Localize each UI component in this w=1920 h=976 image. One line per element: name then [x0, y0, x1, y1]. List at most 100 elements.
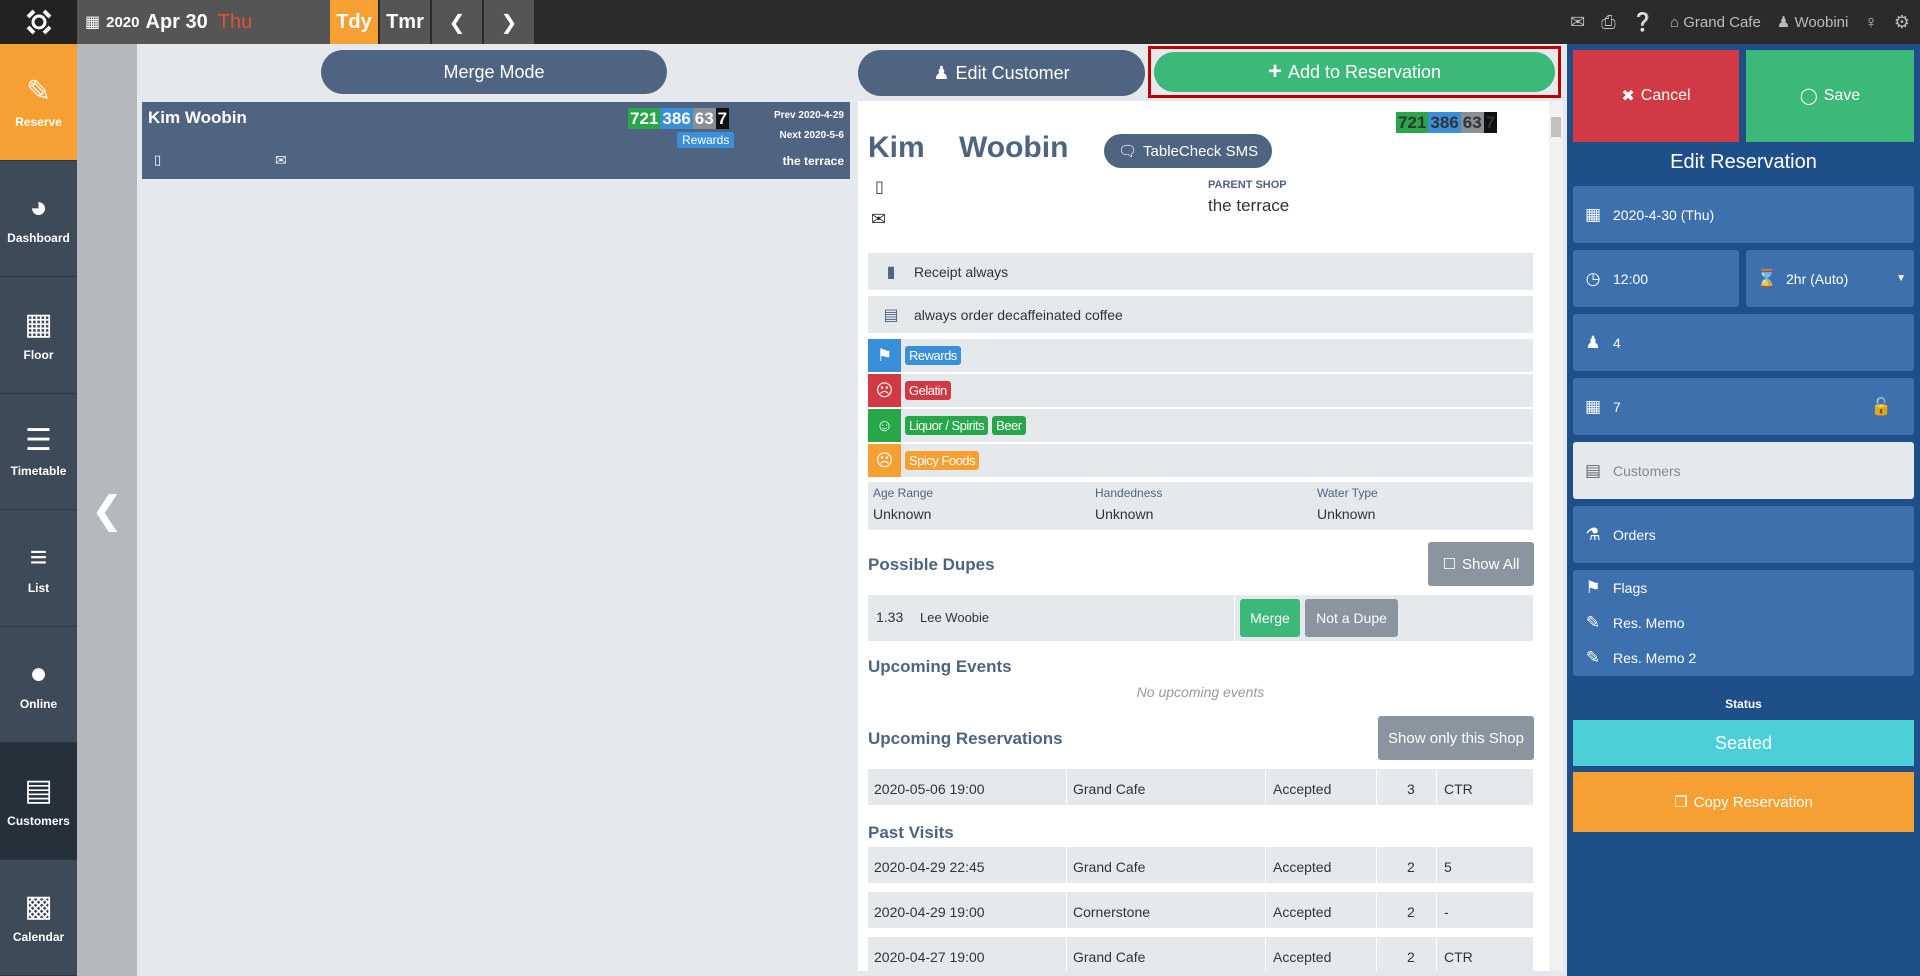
- add-to-reservation-highlight: + Add to Reservation: [1148, 46, 1561, 98]
- date-weekday: Thu: [217, 10, 253, 33]
- clock-icon: ◷: [1585, 268, 1601, 288]
- show-all-button[interactable]: ☐ Show All: [1428, 542, 1534, 586]
- calendar-icon: ▦: [1584, 204, 1602, 224]
- close-icon: ✖: [1621, 88, 1635, 105]
- gear-icon[interactable]: ⚙: [1894, 12, 1910, 33]
- timetable-icon: ☰: [25, 424, 52, 458]
- past-visit-row[interactable]: 2020-04-29 19:00 Cornerstone Accepted 2 …: [868, 892, 1533, 932]
- comment-icon: ▮: [886, 263, 896, 281]
- customer-card-icon: ▤: [1584, 460, 1602, 480]
- edit-customer-button[interactable]: ♟ Edit Customer: [858, 50, 1145, 96]
- tag-badge: Spicy Foods: [905, 451, 980, 470]
- customers-icon: ▤: [24, 773, 53, 807]
- show-only-this-shop-button[interactable]: Show only this Shop: [1378, 716, 1534, 760]
- user-menu[interactable]: ♟ Woobini: [1777, 13, 1849, 31]
- caret-down-icon: ▼: [1896, 273, 1906, 284]
- nav-dashboard[interactable]: ◕ Dashboard: [0, 161, 77, 277]
- next-day-button[interactable]: ❯: [484, 0, 534, 44]
- not-a-dupe-button[interactable]: Not a Dupe: [1305, 599, 1398, 637]
- cutlery-icon: ⚗: [1585, 524, 1601, 544]
- upcoming-reservation-row[interactable]: 2020-05-06 19:00 Grand Cafe Accepted 3 C…: [868, 769, 1533, 809]
- tag-badge: Gelatin: [905, 381, 951, 400]
- copy-reservation-button[interactable]: ❐ Copy Reservation: [1573, 772, 1914, 832]
- nav-timetable[interactable]: ☰ Timetable: [0, 394, 77, 510]
- mail-icon: ✉: [275, 152, 287, 168]
- calendar-icon: ▦: [85, 14, 101, 31]
- table-field[interactable]: ▦ 7 🔓: [1573, 378, 1914, 435]
- status-button[interactable]: Seated: [1573, 720, 1914, 766]
- tablecheck-sms-button[interactable]: 🗨 TableCheck SMS: [1104, 134, 1273, 168]
- chat-icon: 🗨: [1118, 143, 1138, 160]
- add-to-reservation-button[interactable]: + Add to Reservation: [1154, 52, 1555, 92]
- collapse-panel-button[interactable]: ❮: [77, 44, 137, 976]
- date-selector[interactable]: ▦ 2020 Apr 30 Thu: [77, 0, 330, 44]
- tag-row-rewards: ⚑ Rewards: [868, 339, 1533, 372]
- globe-icon: ●: [29, 657, 48, 691]
- parent-shop-value: the terrace: [1208, 196, 1290, 215]
- cutlery-icon: ▤: [883, 306, 899, 324]
- help-icon[interactable]: ❔: [1632, 12, 1654, 33]
- today-button[interactable]: Tdy: [330, 0, 378, 44]
- chevron-left-icon: ❮: [91, 489, 123, 532]
- pax-field[interactable]: ♟ 4: [1573, 314, 1914, 371]
- dupe-name: Lee Woobie: [920, 610, 990, 625]
- user-icon: ♟: [1776, 14, 1791, 31]
- shop-name: Grand Cafe: [1683, 13, 1761, 31]
- possible-dupes-title: Possible Dupes: [868, 555, 995, 574]
- nav-calendar[interactable]: ▩ Calendar: [0, 860, 77, 976]
- unlock-icon[interactable]: 🔓: [1871, 397, 1892, 417]
- nav-customers[interactable]: ▤ Customers: [0, 743, 77, 860]
- shop-icon: ⌂: [1670, 13, 1680, 31]
- past-visit-row[interactable]: 2020-04-27 19:00 Grand Cafe Accepted 2 C…: [868, 937, 1533, 971]
- plus-icon: +: [1267, 58, 1282, 85]
- res-memo-field[interactable]: ✎ Res. Memo: [1583, 613, 1685, 633]
- nav-online[interactable]: ● Online: [0, 627, 77, 743]
- cancel-button[interactable]: ✖ Cancel: [1573, 50, 1739, 142]
- past-visit-row[interactable]: 2020-04-29 22:45 Grand Cafe Accepted 2 5: [868, 847, 1533, 887]
- customer-result-card[interactable]: Kim Woobin 721 386 63 7 Rewards Prev 2020-4…: [142, 102, 850, 179]
- nav-list[interactable]: ≡ List: [0, 510, 77, 627]
- phone-icon: ▯: [154, 152, 162, 167]
- shop-switcher[interactable]: ⌂ Grand Cafe: [1670, 14, 1761, 31]
- flags-memo-group: ⚑ Flags ✎ Res. Memo ✎ Res. Memo 2: [1573, 570, 1914, 676]
- mail-icon[interactable]: ✉: [1570, 12, 1585, 33]
- previous-day-button[interactable]: ❮: [432, 0, 482, 44]
- merge-mode-button[interactable]: Merge Mode: [321, 50, 667, 94]
- date-month-day: Apr 30: [145, 10, 208, 33]
- save-button[interactable]: ◯ Save: [1746, 50, 1914, 142]
- no-events-text: No upcoming events: [1136, 684, 1265, 700]
- memo-row: ▮ Receipt always: [868, 253, 1533, 290]
- nav-reserve[interactable]: ✎ Reserve: [0, 44, 77, 161]
- merge-button[interactable]: Merge: [1240, 599, 1300, 637]
- attr-value: Unknown: [1095, 506, 1154, 522]
- user-icon: ♟: [933, 62, 950, 83]
- flags-field[interactable]: ⚑ Flags: [1583, 578, 1647, 598]
- detail-scrollbar[interactable]: [1549, 101, 1563, 971]
- duration-select[interactable]: ⌛ 2hr (Auto) ▼: [1746, 250, 1914, 307]
- edit-icon: ✎: [1585, 647, 1601, 667]
- time-field[interactable]: ◷ 12:00: [1573, 250, 1739, 307]
- mail-icon: ✉: [871, 209, 887, 229]
- orders-field[interactable]: ⚗ Orders: [1573, 506, 1914, 563]
- smile-icon: ☺: [868, 409, 901, 442]
- date-field[interactable]: ▦ 2020-4-30 (Thu): [1573, 186, 1914, 243]
- tomorrow-button[interactable]: Tmr: [380, 0, 430, 44]
- customer-scores: 721 386 63 7: [628, 108, 730, 129]
- flag-icon: ⚑: [1585, 578, 1601, 598]
- print-icon[interactable]: ⎙: [1601, 12, 1615, 33]
- customer-last-name: Woobin: [959, 131, 1069, 164]
- language-icon[interactable]: ♀: [1864, 12, 1878, 33]
- app-logo-icon[interactable]: [0, 0, 77, 44]
- customer-name: Kim Woobin: [148, 108, 247, 127]
- copy-icon: ❐: [1674, 794, 1688, 811]
- res-memo-2-field[interactable]: ✎ Res. Memo 2: [1583, 648, 1696, 668]
- attr-label: Age Range: [873, 486, 934, 500]
- rewards-badge: Rewards: [677, 132, 735, 148]
- scrollbar-thumb[interactable]: [1551, 117, 1561, 137]
- customer-shop: the terrace: [782, 154, 844, 168]
- customers-field[interactable]: ▤ Customers: [1573, 442, 1914, 499]
- dislike-icon: ☹: [868, 374, 901, 407]
- customer-scores: 721 386 63 7: [1396, 112, 1498, 133]
- nav-floor[interactable]: ▦ Floor: [0, 277, 77, 394]
- customer-attributes: Age Range Unknown Handedness Unknown Wat…: [868, 482, 1533, 530]
